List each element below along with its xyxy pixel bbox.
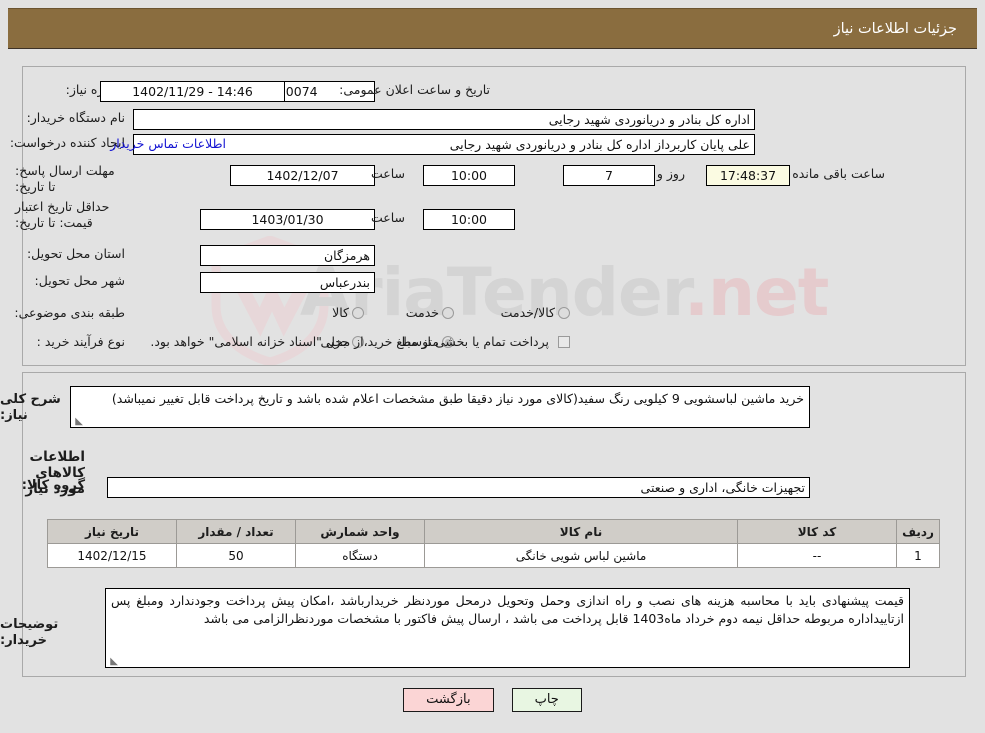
buyer-contact-link-wrap[interactable]: اطلاعات تماس خریدار: [110, 136, 226, 151]
validity-hour-label: ساعت: [370, 210, 405, 225]
classification-option-service-label: خدمت: [405, 305, 439, 320]
validity-hour-value: 10:00: [423, 209, 515, 230]
col-code: کد کالا: [737, 519, 897, 544]
radio-service-icon[interactable]: [442, 306, 454, 319]
deadline-label: مهلت ارسال پاسخ: تا تاریخ:: [15, 163, 115, 194]
goods-group-label-wrap: گروه کالا:: [22, 478, 85, 494]
deadline-date-value: 1402/12/07: [230, 165, 375, 186]
goods-table: ردیف کد کالا نام کالا واحد شمارش تعداد /…: [47, 519, 940, 568]
table-header-row: ردیف کد کالا نام کالا واحد شمارش تعداد /…: [47, 519, 940, 544]
table-row: 1 -- ماشین لباس شویی خانگی دستگاه 50 140…: [47, 543, 940, 568]
buyer-org-value: اداره کل بنادر و دریانوردی شهید رجایی: [133, 109, 755, 130]
announce-label-wrap: تاریخ و ساعت اعلان عمومی:: [339, 82, 490, 98]
remaining-suffix-wrap: ساعت باقی مانده: [787, 166, 890, 181]
city-label: شهر محل تحویل:: [34, 273, 125, 288]
remaining-days-value: 7: [563, 165, 655, 186]
validity-hour-label-wrap: ساعت: [366, 210, 410, 225]
col-radif: ردیف: [896, 519, 940, 544]
validity-label-wrap: حداقل تاریخ اعتبار قیمت: تا تاریخ:: [15, 199, 125, 230]
classification-option-goods-service-label: کالا/خدمت: [500, 305, 555, 320]
resize-grip-icon[interactable]: ◣: [73, 417, 83, 427]
classification-label: طبقه بندی موضوعی:: [14, 305, 125, 320]
process-label-wrap: نوع فرآیند خرید :: [37, 334, 125, 350]
creator-value: علی پایان کاربرداز اداره کل بنادر و دریا…: [133, 134, 755, 155]
buyer-notes-text: قیمت پیشنهادی باید با محاسبه هزینه های ن…: [111, 593, 904, 627]
province-label-wrap: استان محل تحویل:: [27, 246, 125, 262]
buyer-notes-label: توضیحات خریدار:: [0, 617, 59, 649]
days-and-label: روز و: [656, 166, 685, 181]
classification-label-wrap: طبقه بندی موضوعی:: [14, 305, 125, 321]
province-value: هرمزگان: [200, 245, 375, 266]
resize-grip-icon-2[interactable]: ◣: [108, 657, 118, 667]
cell-code: --: [737, 543, 897, 568]
cell-unit: دستگاه: [295, 543, 425, 568]
radio-goods-icon[interactable]: [352, 306, 364, 319]
deadline-label-wrap: مهلت ارسال پاسخ: تا تاریخ:: [15, 163, 125, 194]
city-label-wrap: شهر محل تحویل:: [35, 273, 125, 289]
creator-label: ایجاد کننده درخواست:: [9, 135, 125, 150]
col-qty: تعداد / مقدار: [176, 519, 296, 544]
summary-text: خرید ماشین لباسشویی 9 کیلویی رنگ سفید(کا…: [111, 391, 804, 406]
process-type-label: نوع فرآیند خرید :: [36, 334, 125, 349]
classification-option-goods[interactable]: کالا: [322, 305, 367, 320]
validity-date-value: 1403/01/30: [200, 209, 375, 230]
province-label: استان محل تحویل:: [26, 246, 125, 261]
return-button[interactable]: بازگشت: [403, 688, 494, 712]
goods-group-value: تجهیزات خانگی، اداری و صنعتی: [107, 477, 810, 498]
remaining-time-value: 17:48:37: [706, 165, 790, 186]
buyer-org-label-wrap: نام دستگاه خریدار:: [27, 110, 125, 126]
col-date: تاریخ نیاز: [47, 519, 177, 544]
announce-date-label: تاریخ و ساعت اعلان عمومی:: [339, 82, 490, 97]
classification-option-service[interactable]: خدمت: [396, 305, 457, 320]
cell-radif: 1: [896, 543, 940, 568]
announce-date-value: 14:46 - 1402/11/29: [100, 81, 285, 102]
goods-group-label: گروه کالا:: [21, 478, 85, 493]
classification-option-goods-label: کالا: [332, 305, 349, 320]
buyer-notes-label-wrap: توضیحات خریدار:: [0, 617, 80, 650]
treasury-checkbox[interactable]: [558, 335, 570, 348]
creator-label-wrap: ایجاد کننده درخواست:: [10, 135, 125, 151]
goods-table-wrap: ردیف کد کالا نام کالا واحد شمارش تعداد /…: [47, 519, 940, 568]
deadline-hour-label: ساعت: [370, 166, 405, 181]
treasury-note-row[interactable]: پرداخت تمام یا بخشی از مبلغ خرید،از محل …: [150, 334, 573, 349]
page-title: جزئیات اطلاعات نیاز: [833, 20, 957, 37]
classification-option-goods-service[interactable]: کالا/خدمت: [491, 305, 573, 320]
summary-textarea[interactable]: خرید ماشین لباسشویی 9 کیلویی رنگ سفید(کا…: [70, 386, 810, 428]
treasury-note-label: پرداخت تمام یا بخشی از مبلغ خرید،از محل …: [150, 334, 549, 349]
deadline-hour-value: 10:00: [423, 165, 515, 186]
col-unit: واحد شمارش: [295, 519, 425, 544]
radio-goods-service-icon[interactable]: [558, 306, 570, 319]
col-name: نام کالا: [424, 519, 738, 544]
deadline-hour-label-wrap: ساعت: [366, 166, 410, 181]
buyer-notes-textarea[interactable]: قیمت پیشنهادی باید با محاسبه هزینه های ن…: [105, 588, 910, 668]
page-header-bar: جزئیات اطلاعات نیاز: [8, 8, 977, 49]
buyer-org-label: نام دستگاه خریدار:: [26, 110, 125, 125]
footer-actions: بازگشت چاپ: [0, 688, 985, 712]
cell-name: ماشین لباس شویی خانگی: [424, 543, 738, 568]
buyer-contact-link[interactable]: اطلاعات تماس خریدار: [110, 136, 226, 151]
city-value: بندرعباس: [200, 272, 375, 293]
validity-label: حداقل تاریخ اعتبار قیمت: تا تاریخ:: [15, 199, 110, 230]
remaining-suffix-label: ساعت باقی مانده: [792, 166, 885, 181]
cell-date: 1402/12/15: [47, 543, 177, 568]
days-and-label-wrap: روز و: [652, 166, 690, 181]
cell-qty: 50: [176, 543, 296, 568]
print-button[interactable]: چاپ: [511, 688, 582, 712]
tender-details-page: AriaTender.net جزئیات اطلاعات نیاز شماره…: [0, 0, 985, 733]
